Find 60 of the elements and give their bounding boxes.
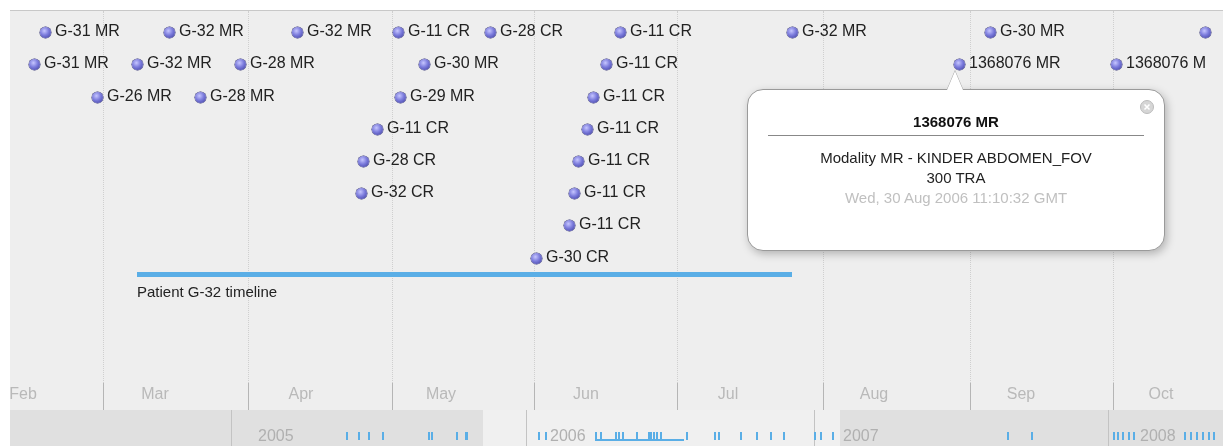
event-dot-icon[interactable] — [485, 27, 496, 38]
event-dot-icon[interactable] — [615, 27, 626, 38]
year-label: 2006 — [550, 426, 586, 446]
popup-date: Wed, 30 Aug 2006 11:10:32 GMT — [844, 188, 1068, 208]
event-dot-icon[interactable] — [132, 59, 143, 70]
event-label[interactable]: 1368076 MR — [969, 53, 1061, 73]
event-dot-icon[interactable] — [985, 27, 996, 38]
event-label[interactable]: G-28 CR — [500, 21, 564, 41]
event-dot-icon[interactable] — [292, 27, 303, 38]
event-dot-icon[interactable] — [92, 92, 103, 103]
event-dot-icon[interactable] — [29, 59, 40, 70]
event-dot-icon[interactable] — [954, 59, 965, 70]
event-label[interactable]: G-28 MR — [210, 86, 275, 106]
event-dot-icon[interactable] — [564, 220, 575, 231]
event-label[interactable]: G-30 CR — [546, 247, 610, 267]
event-label[interactable]: G-29 MR — [410, 86, 475, 106]
event-label[interactable]: G-28 MR — [250, 53, 315, 73]
event-label[interactable]: G-11 CR — [603, 86, 665, 106]
event-label[interactable]: G-11 CR — [584, 182, 646, 202]
event-dot-icon[interactable] — [588, 92, 599, 103]
event-label[interactable]: 1368076 M — [1126, 53, 1207, 73]
event-label[interactable]: G-32 MR — [179, 21, 244, 41]
event-label[interactable]: G-28 CR — [373, 150, 437, 170]
event-label[interactable]: G-26 MR — [107, 86, 172, 106]
event-label[interactable]: G-11 CR — [630, 21, 692, 41]
event-dot-icon[interactable] — [573, 156, 584, 167]
event-dot-icon[interactable] — [372, 124, 383, 135]
event-dot-icon[interactable] — [582, 124, 593, 135]
event-dot-icon[interactable] — [356, 188, 367, 199]
event-dot-icon[interactable] — [419, 59, 430, 70]
event-dot-icon[interactable] — [531, 253, 542, 264]
duration-label: Patient G-32 timeline — [137, 282, 278, 302]
event-dot-icon[interactable] — [601, 59, 612, 70]
event-dot-icon[interactable] — [569, 188, 580, 199]
event-dot-icon[interactable] — [395, 92, 406, 103]
event-label[interactable]: G-32 MR — [802, 21, 867, 41]
event-label[interactable]: G-11 CR — [597, 118, 659, 138]
popup-title: 1368076 MR — [768, 112, 1144, 136]
event-dot-icon[interactable] — [393, 27, 404, 38]
event-label[interactable]: G-30 MR — [434, 53, 499, 73]
event-label[interactable]: G-32 MR — [147, 53, 212, 73]
event-label[interactable]: G-32 CR — [371, 182, 435, 202]
event-label[interactable]: G-11 CR — [387, 118, 449, 138]
event-dot-icon[interactable] — [1111, 59, 1122, 70]
event-dot-icon[interactable] — [40, 27, 51, 38]
event-label[interactable]: G-11 CR — [616, 53, 678, 73]
event-dot-icon[interactable] — [195, 92, 206, 103]
event-label[interactable]: G-11 CR — [579, 214, 641, 234]
event-label[interactable]: G-32 MR — [307, 21, 372, 41]
event-dot-icon[interactable] — [358, 156, 369, 167]
event-dot-icon[interactable] — [1200, 27, 1211, 38]
event-dot-icon[interactable] — [787, 27, 798, 38]
event-label[interactable]: G-11 CR — [588, 150, 650, 170]
popup-description: Modality MR - KINDER ABDOMEN_FOV 300 TRA — [819, 148, 1093, 188]
event-label[interactable]: G-30 MR — [1000, 21, 1065, 41]
event-label[interactable]: G-11 CR — [408, 21, 470, 41]
event-label[interactable]: G-31 MR — [55, 21, 120, 41]
event-label[interactable]: G-31 MR — [44, 53, 109, 73]
event-dot-icon[interactable] — [235, 59, 246, 70]
event-dot-icon[interactable] — [164, 27, 175, 38]
